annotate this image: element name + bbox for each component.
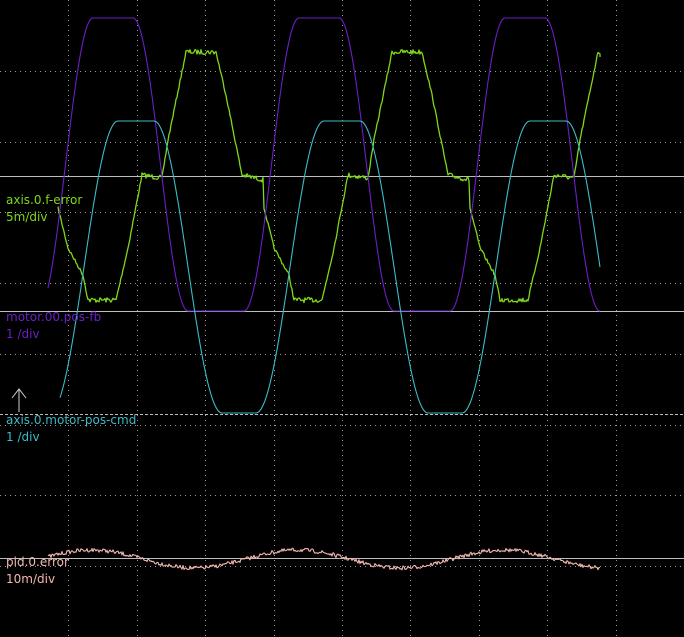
oscilloscope-display[interactable] bbox=[0, 0, 684, 637]
